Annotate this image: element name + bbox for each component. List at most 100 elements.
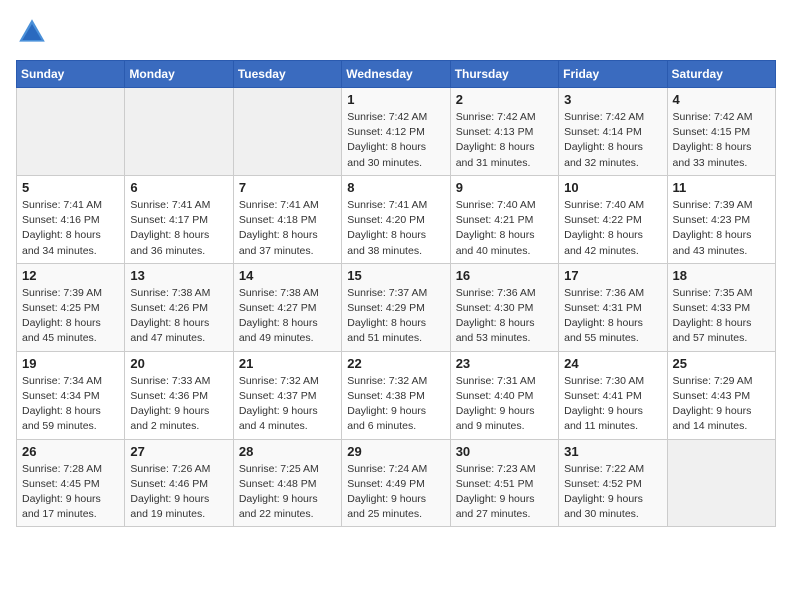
day-number: 12	[22, 268, 119, 283]
day-info: Sunrise: 7:38 AMSunset: 4:27 PMDaylight:…	[239, 286, 336, 347]
calendar-cell: 5 Sunrise: 7:41 AMSunset: 4:16 PMDaylight…	[17, 175, 125, 263]
day-info: Sunrise: 7:42 AMSunset: 4:15 PMDaylight:…	[673, 110, 770, 171]
day-number: 3	[564, 92, 661, 107]
calendar-cell: 27 Sunrise: 7:26 AMSunset: 4:46 PMDayligh…	[125, 439, 233, 527]
day-info: Sunrise: 7:32 AMSunset: 4:37 PMDaylight:…	[239, 374, 336, 435]
day-number: 7	[239, 180, 336, 195]
day-info: Sunrise: 7:39 AMSunset: 4:23 PMDaylight:…	[673, 198, 770, 259]
calendar-cell	[125, 88, 233, 176]
day-header-thursday: Thursday	[450, 61, 558, 88]
calendar-cell: 31 Sunrise: 7:22 AMSunset: 4:52 PMDayligh…	[559, 439, 667, 527]
day-number: 21	[239, 356, 336, 371]
calendar-cell: 18Sunrise: 7:35 AMSunset: 4:33 PMDayligh…	[667, 263, 775, 351]
day-info: Sunrise: 7:41 AMSunset: 4:20 PMDaylight:…	[347, 198, 444, 259]
day-number: 2	[456, 92, 553, 107]
calendar-cell: 24Sunrise: 7:30 AMSunset: 4:41 PMDayligh…	[559, 351, 667, 439]
day-number: 19	[22, 356, 119, 371]
calendar-week-row: 5 Sunrise: 7:41 AMSunset: 4:16 PMDaylight…	[17, 175, 776, 263]
day-number: 4	[673, 92, 770, 107]
day-info: Sunrise: 7:39 AMSunset: 4:25 PMDaylight:…	[22, 286, 119, 347]
day-number: 30	[456, 444, 553, 459]
day-number: 16	[456, 268, 553, 283]
day-number: 15	[347, 268, 444, 283]
calendar-table: SundayMondayTuesdayWednesdayThursdayFrid…	[16, 60, 776, 527]
calendar-cell: 6 Sunrise: 7:41 AMSunset: 4:17 PMDaylight…	[125, 175, 233, 263]
calendar-cell: 28 Sunrise: 7:25 AMSunset: 4:48 PMDayligh…	[233, 439, 341, 527]
calendar-cell: 13 Sunrise: 7:38 AMSunset: 4:26 PMDayligh…	[125, 263, 233, 351]
day-info: Sunrise: 7:36 AMSunset: 4:30 PMDaylight:…	[456, 286, 553, 347]
day-number: 18	[673, 268, 770, 283]
day-info: Sunrise: 7:41 AMSunset: 4:17 PMDaylight:…	[130, 198, 227, 259]
day-info: Sunrise: 7:28 AMSunset: 4:45 PMDaylight:…	[22, 462, 119, 523]
page-header	[16, 16, 776, 48]
day-info: Sunrise: 7:22 AMSunset: 4:52 PMDaylight:…	[564, 462, 661, 523]
day-number: 13	[130, 268, 227, 283]
day-info: Sunrise: 7:41 AMSunset: 4:18 PMDaylight:…	[239, 198, 336, 259]
day-info: Sunrise: 7:36 AMSunset: 4:31 PMDaylight:…	[564, 286, 661, 347]
day-info: Sunrise: 7:40 AMSunset: 4:22 PMDaylight:…	[564, 198, 661, 259]
calendar-cell: 29 Sunrise: 7:24 AMSunset: 4:49 PMDayligh…	[342, 439, 450, 527]
day-info: Sunrise: 7:30 AMSunset: 4:41 PMDaylight:…	[564, 374, 661, 435]
day-number: 1	[347, 92, 444, 107]
calendar-cell	[17, 88, 125, 176]
day-number: 28	[239, 444, 336, 459]
day-header-saturday: Saturday	[667, 61, 775, 88]
calendar-cell: 2 Sunrise: 7:42 AMSunset: 4:13 PMDaylight…	[450, 88, 558, 176]
calendar-cell: 10 Sunrise: 7:40 AMSunset: 4:22 PMDayligh…	[559, 175, 667, 263]
day-info: Sunrise: 7:37 AMSunset: 4:29 PMDaylight:…	[347, 286, 444, 347]
day-header-wednesday: Wednesday	[342, 61, 450, 88]
calendar-cell: 22 Sunrise: 7:32 AMSunset: 4:38 PMDayligh…	[342, 351, 450, 439]
calendar-week-row: 19 Sunrise: 7:34 AMSunset: 4:34 PMDayligh…	[17, 351, 776, 439]
day-info: Sunrise: 7:25 AMSunset: 4:48 PMDaylight:…	[239, 462, 336, 523]
day-info: Sunrise: 7:32 AMSunset: 4:38 PMDaylight:…	[347, 374, 444, 435]
day-info: Sunrise: 7:41 AMSunset: 4:16 PMDaylight:…	[22, 198, 119, 259]
day-info: Sunrise: 7:38 AMSunset: 4:26 PMDaylight:…	[130, 286, 227, 347]
logo	[16, 16, 52, 48]
calendar-cell: 14Sunrise: 7:38 AMSunset: 4:27 PMDayligh…	[233, 263, 341, 351]
calendar-cell: 16 Sunrise: 7:36 AMSunset: 4:30 PMDayligh…	[450, 263, 558, 351]
day-number: 26	[22, 444, 119, 459]
calendar-week-row: 12 Sunrise: 7:39 AMSunset: 4:25 PMDayligh…	[17, 263, 776, 351]
calendar-cell	[233, 88, 341, 176]
calendar-header-row: SundayMondayTuesdayWednesdayThursdayFrid…	[17, 61, 776, 88]
day-info: Sunrise: 7:42 AMSunset: 4:13 PMDaylight:…	[456, 110, 553, 171]
day-header-tuesday: Tuesday	[233, 61, 341, 88]
day-number: 20	[130, 356, 227, 371]
day-number: 25	[673, 356, 770, 371]
day-info: Sunrise: 7:31 AMSunset: 4:40 PMDaylight:…	[456, 374, 553, 435]
day-header-sunday: Sunday	[17, 61, 125, 88]
day-info: Sunrise: 7:29 AMSunset: 4:43 PMDaylight:…	[673, 374, 770, 435]
day-number: 31	[564, 444, 661, 459]
calendar-cell: 4 Sunrise: 7:42 AMSunset: 4:15 PMDaylight…	[667, 88, 775, 176]
day-number: 17	[564, 268, 661, 283]
day-number: 11	[673, 180, 770, 195]
calendar-cell	[667, 439, 775, 527]
day-number: 10	[564, 180, 661, 195]
day-number: 9	[456, 180, 553, 195]
day-number: 22	[347, 356, 444, 371]
calendar-cell: 3Sunrise: 7:42 AMSunset: 4:14 PMDaylight…	[559, 88, 667, 176]
calendar-cell: 23Sunrise: 7:31 AMSunset: 4:40 PMDayligh…	[450, 351, 558, 439]
calendar-cell: 15 Sunrise: 7:37 AMSunset: 4:29 PMDayligh…	[342, 263, 450, 351]
calendar-cell: 12 Sunrise: 7:39 AMSunset: 4:25 PMDayligh…	[17, 263, 125, 351]
day-number: 5	[22, 180, 119, 195]
day-number: 29	[347, 444, 444, 459]
day-number: 6	[130, 180, 227, 195]
logo-icon	[16, 16, 48, 48]
day-info: Sunrise: 7:34 AMSunset: 4:34 PMDaylight:…	[22, 374, 119, 435]
calendar-cell: 7 Sunrise: 7:41 AMSunset: 4:18 PMDaylight…	[233, 175, 341, 263]
day-info: Sunrise: 7:23 AMSunset: 4:51 PMDaylight:…	[456, 462, 553, 523]
calendar-cell: 11 Sunrise: 7:39 AMSunset: 4:23 PMDayligh…	[667, 175, 775, 263]
calendar-cell: 8Sunrise: 7:41 AMSunset: 4:20 PMDaylight…	[342, 175, 450, 263]
calendar-cell: 17 Sunrise: 7:36 AMSunset: 4:31 PMDayligh…	[559, 263, 667, 351]
day-info: Sunrise: 7:26 AMSunset: 4:46 PMDaylight:…	[130, 462, 227, 523]
day-info: Sunrise: 7:42 AMSunset: 4:12 PMDaylight:…	[347, 110, 444, 171]
day-info: Sunrise: 7:33 AMSunset: 4:36 PMDaylight:…	[130, 374, 227, 435]
day-header-friday: Friday	[559, 61, 667, 88]
day-number: 27	[130, 444, 227, 459]
calendar-cell: 9Sunrise: 7:40 AMSunset: 4:21 PMDaylight…	[450, 175, 558, 263]
calendar-cell: 20 Sunrise: 7:33 AMSunset: 4:36 PMDayligh…	[125, 351, 233, 439]
calendar-cell: 30 Sunrise: 7:23 AMSunset: 4:51 PMDayligh…	[450, 439, 558, 527]
calendar-cell: 19 Sunrise: 7:34 AMSunset: 4:34 PMDayligh…	[17, 351, 125, 439]
day-info: Sunrise: 7:24 AMSunset: 4:49 PMDaylight:…	[347, 462, 444, 523]
